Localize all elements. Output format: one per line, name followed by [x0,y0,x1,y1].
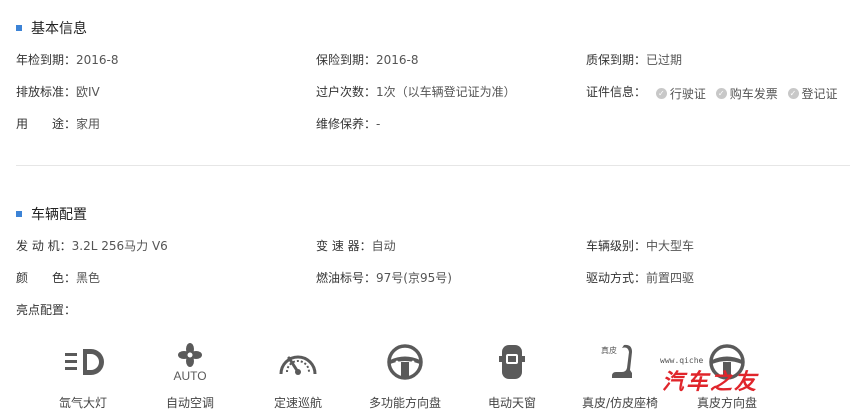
inspection-due: 年检到期：2016-8 [16,50,119,70]
multifunction-wheel-icon [355,340,455,384]
drive-type-label: 驱动方式： [586,271,647,285]
emission-value: 欧IV [76,85,100,99]
documents-info: 证件信息： ✓ 行驶证 ✓ 购车发票 ✓ 登记证 [586,82,838,104]
warranty-due: 质保到期：已过期 [586,50,682,70]
basic-row-1: 年检到期：2016-8 保险到期：2016-8 质保到期：已过期 [0,50,850,70]
fuel-grade-value: 97号(京95号) [376,271,452,285]
feature-label: 电动天窗 [487,396,536,410]
insurance-value: 2016-8 [376,53,419,67]
feature-sunroof: 电动天窗 [462,340,562,411]
highlights-label: 亮点配置： [16,303,77,317]
doc-driving-license: ✓ 行驶证 [655,84,706,104]
basic-row-2: 排放标准：欧IV 过户次数：1次（以车辆登记证为准） 证件信息： ✓ 行驶证 ✓ 购… [0,82,850,102]
site-watermark: www.qiche 汽车之友 [656,344,826,395]
vehicle-config-title-text: 车辆配置 [31,207,87,223]
basic-info-title-text: 基本信息 [31,21,87,37]
basic-row-3: 用 途：家用 维修保养：- [0,114,850,134]
feature-xenon-headlight: 氙气大灯 [33,340,133,411]
config-row-3: 亮点配置： [0,300,850,320]
drive-type-value: 前置四驱 [646,271,695,285]
section-marker [16,211,22,217]
doc-purchase-invoice-label: 购车发票 [729,86,778,101]
gearbox-value: 自动 [371,239,396,253]
section-divider [16,165,850,166]
maintenance: 维修保养：- [316,114,380,134]
transfer-value: 1次（以车辆登记证为准） [376,85,516,99]
watermark-logo: 汽车之友 [662,370,759,395]
xenon-headlight-icon [33,340,133,384]
section-marker [16,25,22,31]
auto-ac-icon: AUTO [140,340,240,384]
check-icon: ✓ [655,88,667,99]
color-label: 颜 色： [16,271,77,285]
feature-multifunction-wheel: 多功能方向盘 [355,340,455,411]
doc-registration: ✓ 登记证 [787,84,838,104]
feature-auto-ac: AUTO 自动空调 [140,340,240,411]
gearbox: 变 速 器：自动 [316,236,396,256]
documents-label: 证件信息： [586,85,647,99]
doc-registration-label: 登记证 [801,86,838,101]
vehicle-class-value: 中大型车 [646,239,695,253]
emission-label: 排放标准： [16,85,77,99]
check-icon: ✓ [715,88,727,99]
cruise-control-icon [248,340,348,384]
gearbox-label: 变 速 器： [316,239,372,253]
feature-label: 真皮方向盘 [696,396,757,410]
auto-ac-icon-text: AUTO [173,369,206,382]
feature-label: 多功能方向盘 [368,396,441,410]
config-row-2: 颜 色：黑色 燃油标号：97号(京95号) 驱动方式：前置四驱 [0,268,850,288]
doc-driving-license-label: 行驶证 [669,86,706,101]
insurance-due: 保险到期：2016-8 [316,50,419,70]
inspection-label: 年检到期： [16,53,77,67]
transfer-count: 过户次数：1次（以车辆登记证为准） [316,82,516,102]
sunroof-icon [462,340,562,384]
warranty-label: 质保到期： [586,53,647,67]
feature-leather-seat: 真皮 真皮/仿皮座椅 [570,340,670,411]
usage-value: 家用 [76,117,101,131]
maintenance-label: 维修保养： [316,117,377,131]
highlights: 亮点配置： [16,300,76,320]
fuel-grade: 燃油标号：97号(京95号) [316,268,452,288]
engine: 发 动 机：3.2L 256马力 V6 [16,236,168,256]
usage: 用 途：家用 [16,114,100,134]
inspection-value: 2016-8 [76,53,119,67]
color: 颜 色：黑色 [16,268,100,288]
usage-label: 用 途： [16,117,77,131]
leather-seat-icon: 真皮 [570,340,670,384]
feature-label: 氙气大灯 [58,396,107,410]
transfer-label: 过户次数： [316,85,377,99]
fuel-grade-label: 燃油标号： [316,271,377,285]
engine-value: 3.2L 256马力 V6 [71,239,168,253]
warranty-value: 已过期 [646,53,683,67]
vehicle-class-label: 车辆级别： [586,239,647,253]
vehicle-config-title: 车辆配置 [16,204,87,224]
leather-seat-icon-text: 真皮 [601,345,617,355]
check-icon: ✓ [787,88,799,99]
drive-type: 驱动方式：前置四驱 [586,268,694,288]
color-value: 黑色 [76,271,101,285]
maintenance-value: - [376,117,381,131]
basic-info-title: 基本信息 [16,18,87,38]
feature-label: 自动空调 [165,396,214,410]
config-row-1: 发 动 机：3.2L 256马力 V6 变 速 器：自动 车辆级别：中大型车 [0,236,850,256]
emission-standard: 排放标准：欧IV [16,82,100,102]
feature-label: 定速巡航 [273,396,322,410]
feature-label: 真皮/仿皮座椅 [581,396,659,410]
doc-purchase-invoice: ✓ 购车发票 [715,84,778,104]
insurance-label: 保险到期： [316,53,377,67]
feature-cruise-control: 定速巡航 [248,340,348,411]
engine-label: 发 动 机： [16,239,72,253]
vehicle-class: 车辆级别：中大型车 [586,236,694,256]
